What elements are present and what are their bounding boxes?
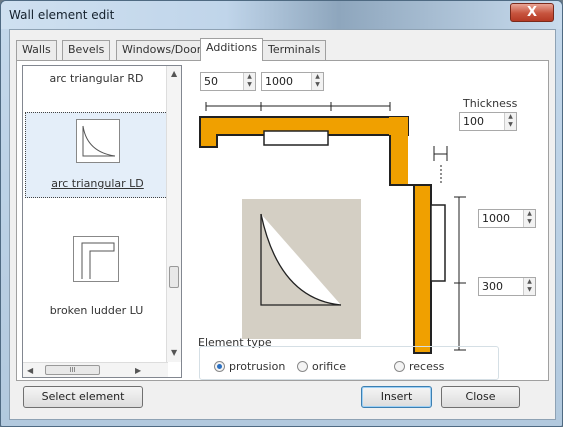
radio-recess[interactable]: recess [394,360,444,374]
dialog-window: Wall element edit X Walls Bevels Windows… [0,0,563,427]
top-dimension-line [205,102,391,111]
wall-right-segment [389,117,408,185]
insert-button[interactable]: Insert [361,386,432,408]
window-close-button[interactable]: X [510,3,554,22]
tab-terminals[interactable]: Terminals [262,40,327,60]
radio-selected-icon [214,361,225,372]
tab-windows-doors[interactable]: Windows/Doors [116,40,213,60]
dialog-client: Walls Bevels Windows/Doors Additions Ter… [9,29,556,420]
wall-diagram [199,102,466,354]
select-element-button[interactable]: Select element [23,386,143,408]
radio-empty-icon [394,361,405,372]
radio-empty-icon [297,361,308,372]
window-title: Wall element edit [9,8,115,22]
right-dimension-line [454,196,466,351]
tab-additions[interactable]: Additions [200,38,264,61]
radio-orifice[interactable]: orifice [297,360,346,374]
element-type-group: protrusion orifice recess [199,346,499,380]
tab-walls[interactable]: Walls [16,40,57,60]
close-button[interactable]: Close [441,386,520,408]
tab-bevels[interactable]: Bevels [62,40,111,60]
radio-protrusion[interactable]: protrusion [214,360,285,374]
right-protrusion [430,204,446,282]
top-protrusion [263,130,329,146]
additions-panel: arc triangular RD arc triangular LD brok… [16,60,549,381]
title-bar[interactable]: Wall element edit X [1,1,562,29]
